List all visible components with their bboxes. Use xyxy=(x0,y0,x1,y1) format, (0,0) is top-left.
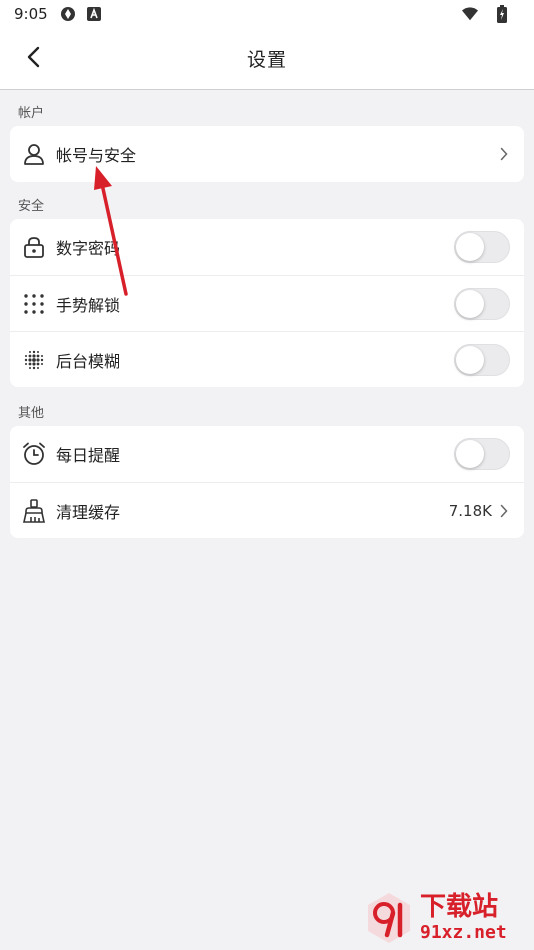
lock-icon xyxy=(22,235,46,259)
digital-password-label: 数字密码 xyxy=(56,239,121,258)
chevron-right-icon xyxy=(498,147,510,161)
security-card: 数字密码 手势解锁 后台模糊 xyxy=(10,219,524,387)
gesture-unlock-label: 手势解锁 xyxy=(56,295,121,315)
watermark-domain: 91xz.net xyxy=(420,922,507,943)
sync-icon xyxy=(60,6,76,22)
chevron-right-icon xyxy=(498,504,510,518)
alarm-clock-icon xyxy=(22,442,46,466)
app-bar: 设置 xyxy=(0,28,534,90)
gesture-unlock-toggle[interactable] xyxy=(454,287,510,320)
clear-cache-row[interactable]: 清理缓存 7.18K xyxy=(10,482,524,538)
section-label-security: 安全 xyxy=(18,199,45,214)
section-label-account: 帐户 xyxy=(18,106,45,121)
toggle-knob xyxy=(456,233,484,261)
watermark-logo-icon xyxy=(368,893,410,943)
page-title: 设置 xyxy=(246,49,287,71)
daily-reminder-label: 每日提醒 xyxy=(56,446,121,465)
gesture-unlock-row: 手势解锁 xyxy=(10,275,524,331)
background-blur-label: 后台模糊 xyxy=(56,351,121,371)
back-button[interactable] xyxy=(14,40,52,78)
broom-icon xyxy=(22,498,46,523)
account-security-label: 帐号与安全 xyxy=(56,146,137,165)
background-blur-row: 后台模糊 xyxy=(10,331,524,387)
section-label-other: 其他 xyxy=(18,406,45,421)
daily-reminder-row: 每日提醒 xyxy=(10,426,524,482)
status-bar: 9:05 xyxy=(0,0,534,28)
digital-password-toggle[interactable] xyxy=(454,231,510,263)
background-blur-toggle[interactable] xyxy=(454,343,510,376)
other-card: 每日提醒 清理缓存 7.18K xyxy=(10,426,524,538)
accessibility-a-icon xyxy=(86,6,102,22)
daily-reminder-toggle[interactable] xyxy=(454,438,510,470)
toggle-knob xyxy=(456,289,484,318)
battery-charging-icon xyxy=(494,5,510,23)
dot-grid-icon xyxy=(22,292,46,316)
account-card: 帐号与安全 xyxy=(10,126,524,182)
blur-icon xyxy=(22,348,46,372)
user-icon xyxy=(22,142,46,166)
watermark-title: 下载站 xyxy=(420,892,499,922)
cache-size: 7.18K xyxy=(448,501,492,520)
account-security-row[interactable]: 帐号与安全 xyxy=(10,126,524,182)
watermark: 下载站 91xz.net xyxy=(360,888,532,948)
toggle-knob xyxy=(456,345,484,374)
chevron-left-icon xyxy=(26,46,40,72)
status-time: 9:05 xyxy=(14,5,48,23)
toggle-knob xyxy=(456,440,484,468)
digital-password-row: 数字密码 xyxy=(10,219,524,275)
clear-cache-label: 清理缓存 xyxy=(56,502,121,522)
wifi-icon xyxy=(462,6,478,22)
